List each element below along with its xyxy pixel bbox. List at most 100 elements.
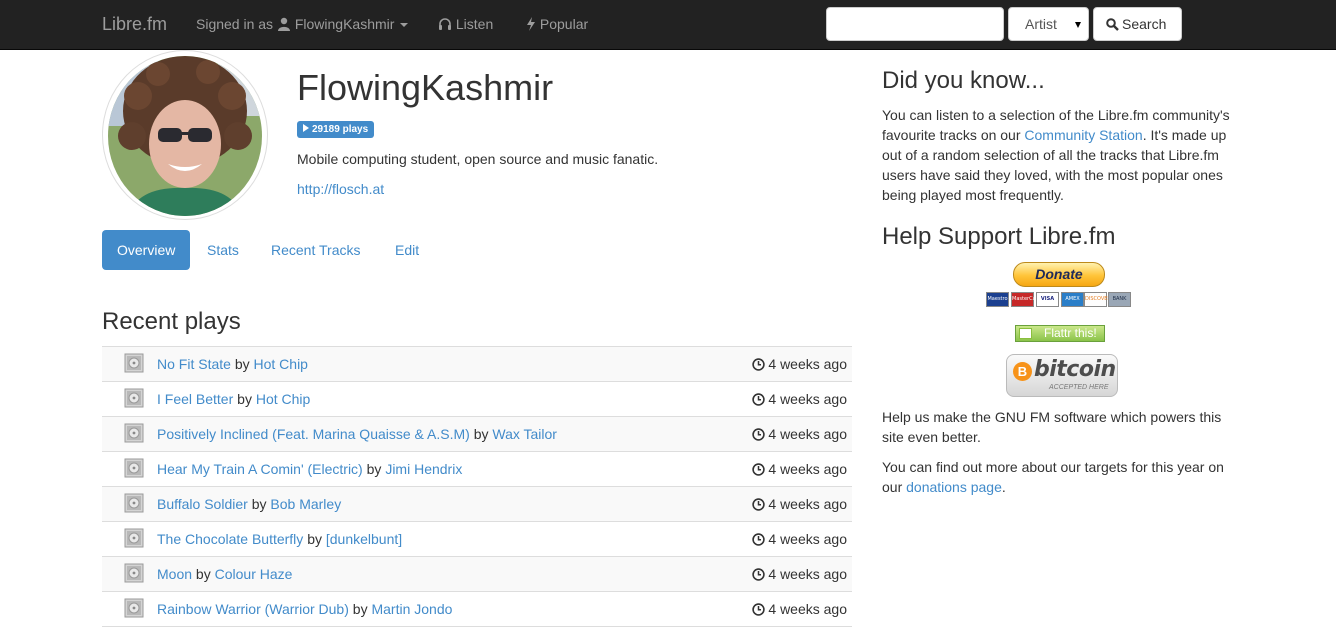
album-cover-icon xyxy=(124,353,146,377)
artist-link[interactable]: Hot Chip xyxy=(256,391,310,407)
by-label: by xyxy=(251,496,267,512)
album-art-cell xyxy=(102,556,157,592)
flattr-icon xyxy=(1019,328,1032,339)
album-cover-icon xyxy=(124,528,146,552)
avatar xyxy=(102,50,268,220)
track-link[interactable]: Hear My Train A Comin' (Electric) xyxy=(157,461,363,477)
album-cover-icon xyxy=(124,563,146,587)
plays-count-label: 29189 plays xyxy=(312,124,369,135)
time-cell: 4 weeks ago xyxy=(713,381,852,417)
user-icon xyxy=(277,17,290,31)
clock-icon xyxy=(752,461,768,477)
by-label: by xyxy=(237,391,252,407)
flattr-label: Flattr this! xyxy=(1044,326,1097,340)
by-label: by xyxy=(234,356,250,372)
help-gnufm-text: Help us make the GNU FM software which p… xyxy=(882,409,1222,445)
profile-homepage-link[interactable]: http://flosch.at xyxy=(297,180,384,198)
recent-plays-table: No Fit State by Hot Chip 4 weeks ago I Fee… xyxy=(102,346,852,627)
plays-count-badge: 29189 plays xyxy=(297,121,375,138)
by-label: by xyxy=(352,601,368,617)
tab-recent-tracks[interactable]: Recent Tracks xyxy=(256,230,375,270)
time-ago-label: 4 weeks ago xyxy=(768,391,847,407)
album-art-cell xyxy=(102,381,157,417)
donations-page-link[interactable]: donations page xyxy=(906,479,1002,495)
table-row: Rainbow Warrior (Warrior Dub) by Martin … xyxy=(102,591,852,627)
artist-link[interactable]: Jimi Hendrix xyxy=(385,461,462,477)
track-cell: Rainbow Warrior (Warrior Dub) by Martin … xyxy=(157,591,714,627)
track-link[interactable]: Buffalo Soldier xyxy=(157,496,248,512)
time-cell: 4 weeks ago xyxy=(713,346,852,382)
targets-text: You can find out more about our targets … xyxy=(882,457,1242,497)
time-ago-label: 4 weeks ago xyxy=(768,566,847,582)
track-link[interactable]: Moon xyxy=(157,566,192,582)
artist-link[interactable]: Hot Chip xyxy=(254,356,308,372)
did-you-know-text: You can listen to a selection of the Lib… xyxy=(882,105,1242,205)
track-cell: The Chocolate Butterfly by [dunkelbunt] xyxy=(157,521,714,557)
table-row: I Feel Better by Hot Chip 4 weeks ago xyxy=(102,381,852,417)
bitcoin-subtext: ACCEPTED HERE xyxy=(1049,384,1109,391)
profile-name: FlowingKashmir xyxy=(297,67,554,108)
time-cell: 4 weeks ago xyxy=(713,556,852,592)
card-mastercard-icon: MasterCard xyxy=(1011,292,1041,307)
lightning-icon xyxy=(527,17,535,31)
nav-popular-link[interactable]: Popular xyxy=(526,15,588,33)
time-ago-label: 4 weeks ago xyxy=(768,461,847,477)
track-cell: Hear My Train A Comin' (Electric) by Jim… xyxy=(157,451,714,487)
time-ago-label: 4 weeks ago xyxy=(768,426,847,442)
artist-link[interactable]: Wax Tailor xyxy=(492,426,557,442)
recent-plays-title: Recent plays xyxy=(102,308,241,335)
album-cover-icon xyxy=(124,493,146,517)
table-row: The Chocolate Butterfly by [dunkelbunt] 4… xyxy=(102,521,852,557)
track-link[interactable]: I Feel Better xyxy=(157,391,233,407)
artist-link[interactable]: [dunkelbunt] xyxy=(326,531,402,547)
flattr-button[interactable]: Flattr this! xyxy=(1015,325,1105,342)
nav-popular-label: Popular xyxy=(539,16,589,32)
card-visa-icon: VISA xyxy=(1036,292,1059,307)
clock-icon xyxy=(752,601,768,617)
table-row: No Fit State by Hot Chip 4 weeks ago xyxy=(102,346,852,382)
time-ago-label: 4 weeks ago xyxy=(768,601,847,617)
clock-icon xyxy=(752,566,768,582)
card-maestro-icon: Maestro xyxy=(986,292,1009,307)
album-art-cell xyxy=(102,486,157,522)
select-arrow-icon xyxy=(1075,22,1081,28)
headphones-icon xyxy=(439,18,451,30)
user-menu-dropdown[interactable]: Signed in as FlowingKashmir xyxy=(196,15,409,33)
nav-listen-link[interactable]: Listen xyxy=(438,15,493,33)
table-row: Positively Inclined (Feat. Marina Quaiss… xyxy=(102,416,852,452)
card-bank-icon: BANK xyxy=(1108,292,1131,307)
top-navbar: Libre.fm Signed in as FlowingKashmir Lis… xyxy=(0,0,1336,50)
clock-icon xyxy=(752,496,768,512)
by-label: by xyxy=(473,426,489,442)
track-link[interactable]: No Fit State xyxy=(157,356,231,372)
brand-logo-link[interactable]: Libre.fm xyxy=(102,14,167,34)
track-link[interactable]: Rainbow Warrior (Warrior Dub) xyxy=(157,601,349,617)
time-ago-label: 4 weeks ago xyxy=(768,356,847,372)
tab-stats[interactable]: Stats xyxy=(192,230,254,270)
artist-link[interactable]: Colour Haze xyxy=(215,566,293,582)
nav-listen-label: Listen xyxy=(455,16,494,32)
tab-overview[interactable]: Overview xyxy=(102,230,191,270)
track-link[interactable]: Positively Inclined (Feat. Marina Quaiss… xyxy=(157,426,470,442)
artist-link[interactable]: Bob Marley xyxy=(270,496,341,512)
caret-down-icon xyxy=(400,23,409,27)
tab-edit[interactable]: Edit xyxy=(380,230,434,270)
time-cell: 4 weeks ago xyxy=(713,521,852,557)
community-station-link[interactable]: Community Station xyxy=(1024,127,1142,143)
by-label: by xyxy=(195,566,211,582)
search-type-select[interactable]: Artist xyxy=(1008,7,1089,41)
search-button[interactable]: Search xyxy=(1093,7,1182,41)
paypal-donate-button[interactable]: Donate xyxy=(1013,262,1105,287)
help-support-title: Help Support Libre.fm xyxy=(882,223,1116,250)
track-link[interactable]: The Chocolate Butterfly xyxy=(157,531,303,547)
album-art-cell xyxy=(102,346,157,382)
bitcoin-accepted-badge[interactable]: B bitcoin ACCEPTED HERE xyxy=(1006,354,1118,397)
did-you-know-title: Did you know... xyxy=(882,67,1045,94)
avatar-photo xyxy=(108,56,262,216)
time-ago-label: 4 weeks ago xyxy=(768,531,847,547)
table-row: Moon by Colour Haze 4 weeks ago xyxy=(102,556,852,592)
search-input[interactable] xyxy=(826,7,1004,41)
artist-link[interactable]: Martin Jondo xyxy=(371,601,452,617)
clock-icon xyxy=(752,531,768,547)
album-cover-icon xyxy=(124,458,146,482)
